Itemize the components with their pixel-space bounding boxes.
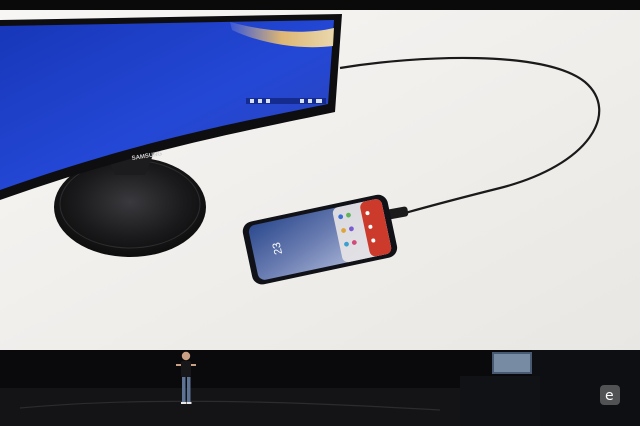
- presenter-shirt: [181, 361, 191, 377]
- keynote-stage-photo: SAMSUNG 23 e: [0, 0, 640, 426]
- crew-area: [532, 350, 640, 426]
- taskbar-icon: [250, 99, 254, 103]
- watermark-icon: e: [605, 388, 614, 404]
- side-monitor-screen: [494, 354, 530, 372]
- taskbar-icon: [266, 99, 270, 103]
- presenter-shoe: [186, 402, 192, 404]
- taskbar-icon: [300, 99, 304, 103]
- taskbar-icon: [258, 99, 262, 103]
- screen-top-edge: [0, 0, 640, 10]
- presenter-shoe: [181, 402, 186, 404]
- taskbar-icon: [316, 99, 322, 103]
- equipment: [460, 376, 540, 426]
- monitor-taskbar: [246, 98, 326, 104]
- phone-clock: 23: [271, 241, 285, 255]
- presenter-leg: [182, 377, 186, 403]
- presenter-arm: [176, 364, 181, 366]
- presenter-arm: [191, 364, 196, 366]
- stage-illustration: SAMSUNG 23 e: [0, 0, 640, 426]
- taskbar-icon: [308, 99, 312, 103]
- presenter-head: [181, 351, 191, 361]
- presenter-leg: [187, 377, 191, 403]
